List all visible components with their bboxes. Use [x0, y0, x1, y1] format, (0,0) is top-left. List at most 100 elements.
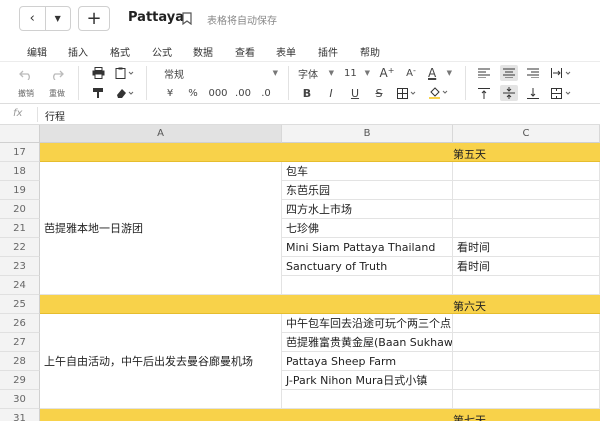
percent-button[interactable]: % [186, 86, 200, 100]
table-cell[interactable] [453, 390, 600, 409]
font-family-select[interactable]: 字体 ▼ [298, 66, 334, 81]
clear-format-button[interactable] [114, 86, 136, 100]
column-header-a[interactable]: A [40, 125, 282, 143]
table-cell[interactable]: 看时间 [453, 257, 600, 276]
activity-cell[interactable]: 芭提雅本地一日游团 [40, 162, 282, 295]
back-button[interactable]: ‹ [20, 7, 45, 30]
table-cell[interactable]: Mini Siam Pattaya Thailand [282, 238, 453, 257]
table-cell[interactable]: 芭提雅富贵黄金屋(Baan Sukhawadee) [282, 333, 453, 352]
chevron-down-icon: ▼ [364, 69, 370, 77]
table-cell[interactable] [453, 276, 600, 295]
table-cell[interactable] [453, 352, 600, 371]
row-header[interactable]: 30 [0, 390, 40, 409]
bookmark-icon[interactable] [182, 10, 194, 26]
menu-formula[interactable]: 公式 [152, 44, 172, 59]
undo-button[interactable] [18, 68, 34, 82]
row-header[interactable]: 18 [0, 162, 40, 181]
currency-button[interactable]: ¥ [164, 86, 176, 100]
increase-font-button[interactable]: A + [379, 65, 395, 81]
align-left-button[interactable] [476, 66, 492, 80]
valign-middle-button[interactable] [500, 85, 518, 101]
row-header[interactable]: 26 [0, 314, 40, 333]
menu-edit[interactable]: 编辑 [27, 44, 47, 59]
table-cell[interactable]: 包车 [282, 162, 453, 181]
menu-view[interactable]: 查看 [235, 44, 255, 59]
format-painter-button[interactable] [90, 86, 106, 100]
row-header[interactable]: 23 [0, 257, 40, 276]
row-header[interactable]: 24 [0, 276, 40, 295]
table-cell[interactable]: 看时间 [453, 238, 600, 257]
align-right-button[interactable] [525, 66, 541, 80]
grow-font-icon: A [379, 66, 388, 80]
table-cell[interactable] [453, 181, 600, 200]
select-all-corner[interactable] [0, 125, 40, 143]
history-dropdown-button[interactable]: ▼ [44, 7, 71, 30]
column-header-b[interactable]: B [282, 125, 453, 143]
underline-button[interactable]: U [348, 86, 362, 100]
row-header[interactable]: 28 [0, 352, 40, 371]
table-cell[interactable]: 东芭乐园 [282, 181, 453, 200]
table-cell[interactable] [453, 333, 600, 352]
font-color-button[interactable]: A ▼ [428, 65, 452, 81]
decrease-font-button[interactable]: A- [403, 65, 419, 81]
menu-insert[interactable]: 插入 [68, 44, 88, 59]
clipboard-icon [115, 67, 134, 79]
number-format-select[interactable]: 常规 ▼ [160, 66, 278, 81]
menu-help[interactable]: 帮助 [360, 44, 380, 59]
bold-button[interactable]: B [300, 86, 314, 100]
new-button[interactable]: + [78, 6, 110, 31]
thousands-separator-button[interactable]: 000 [208, 86, 228, 100]
merge-cells-button[interactable] [550, 86, 574, 100]
menu-data[interactable]: 数据 [193, 44, 213, 59]
table-cell[interactable]: 四方水上市场 [282, 200, 453, 219]
valign-bottom-button[interactable] [525, 86, 541, 100]
row-header[interactable]: 17 [0, 143, 40, 162]
column-header-c[interactable]: C [453, 125, 600, 143]
row-header[interactable]: 20 [0, 200, 40, 219]
row-header[interactable]: 22 [0, 238, 40, 257]
wrap-text-icon [551, 68, 571, 78]
font-size-select[interactable]: 11 ▼ [344, 66, 370, 80]
table-cell[interactable] [453, 219, 600, 238]
day-header-band[interactable]: 第六天 [40, 295, 600, 314]
table-cell[interactable]: Pattaya Sheep Farm [282, 352, 453, 371]
table-cell[interactable] [282, 276, 453, 295]
valign-top-button[interactable] [476, 86, 492, 100]
strikethrough-button[interactable]: S [372, 86, 386, 100]
formula-input[interactable]: 行程 [45, 108, 65, 123]
menu-plugins[interactable]: 插件 [318, 44, 338, 59]
table-cell[interactable]: Sanctuary of Truth [282, 257, 453, 276]
eraser-icon [117, 89, 134, 98]
row-header[interactable]: 25 [0, 295, 40, 314]
day-header-band[interactable]: 第五天 [40, 143, 600, 162]
align-center-button[interactable] [500, 65, 518, 81]
row-header[interactable]: 21 [0, 219, 40, 238]
redo-button[interactable] [49, 68, 65, 82]
fill-color-button[interactable] [428, 86, 450, 100]
decrease-decimal-button[interactable]: .00 [234, 86, 252, 100]
table-cell[interactable] [453, 200, 600, 219]
menu-form[interactable]: 表单 [276, 44, 296, 59]
row-header[interactable]: 27 [0, 333, 40, 352]
row-header[interactable]: 19 [0, 181, 40, 200]
print-button[interactable] [90, 66, 106, 80]
table-cell[interactable]: 中午包车回去沿途可玩个两三个点 [282, 314, 453, 333]
paste-button[interactable] [114, 66, 136, 80]
table-cell[interactable] [453, 314, 600, 333]
spreadsheet-grid[interactable]: A B C 17 18 19 20 21 22 23 24 25 26 27 2… [0, 125, 600, 421]
document-title[interactable]: Pattaya [128, 10, 184, 25]
table-cell[interactable] [282, 390, 453, 409]
table-cell[interactable] [453, 162, 600, 181]
increase-decimal-button[interactable]: .0 [258, 86, 274, 100]
day-header-band[interactable]: 第七天 [40, 409, 600, 421]
italic-button[interactable]: I [324, 86, 338, 100]
table-cell[interactable] [453, 371, 600, 390]
row-header[interactable]: 29 [0, 371, 40, 390]
table-cell[interactable]: J-Park Nihon Mura日式小镇 [282, 371, 453, 390]
activity-cell[interactable]: 上午自由活动，中午后出发去曼谷廊曼机场 [40, 314, 282, 409]
table-cell[interactable]: 七珍佛 [282, 219, 453, 238]
wrap-text-button[interactable] [550, 66, 574, 80]
menu-format[interactable]: 格式 [110, 44, 130, 59]
borders-button[interactable] [396, 86, 418, 100]
row-header[interactable]: 31 [0, 409, 40, 421]
